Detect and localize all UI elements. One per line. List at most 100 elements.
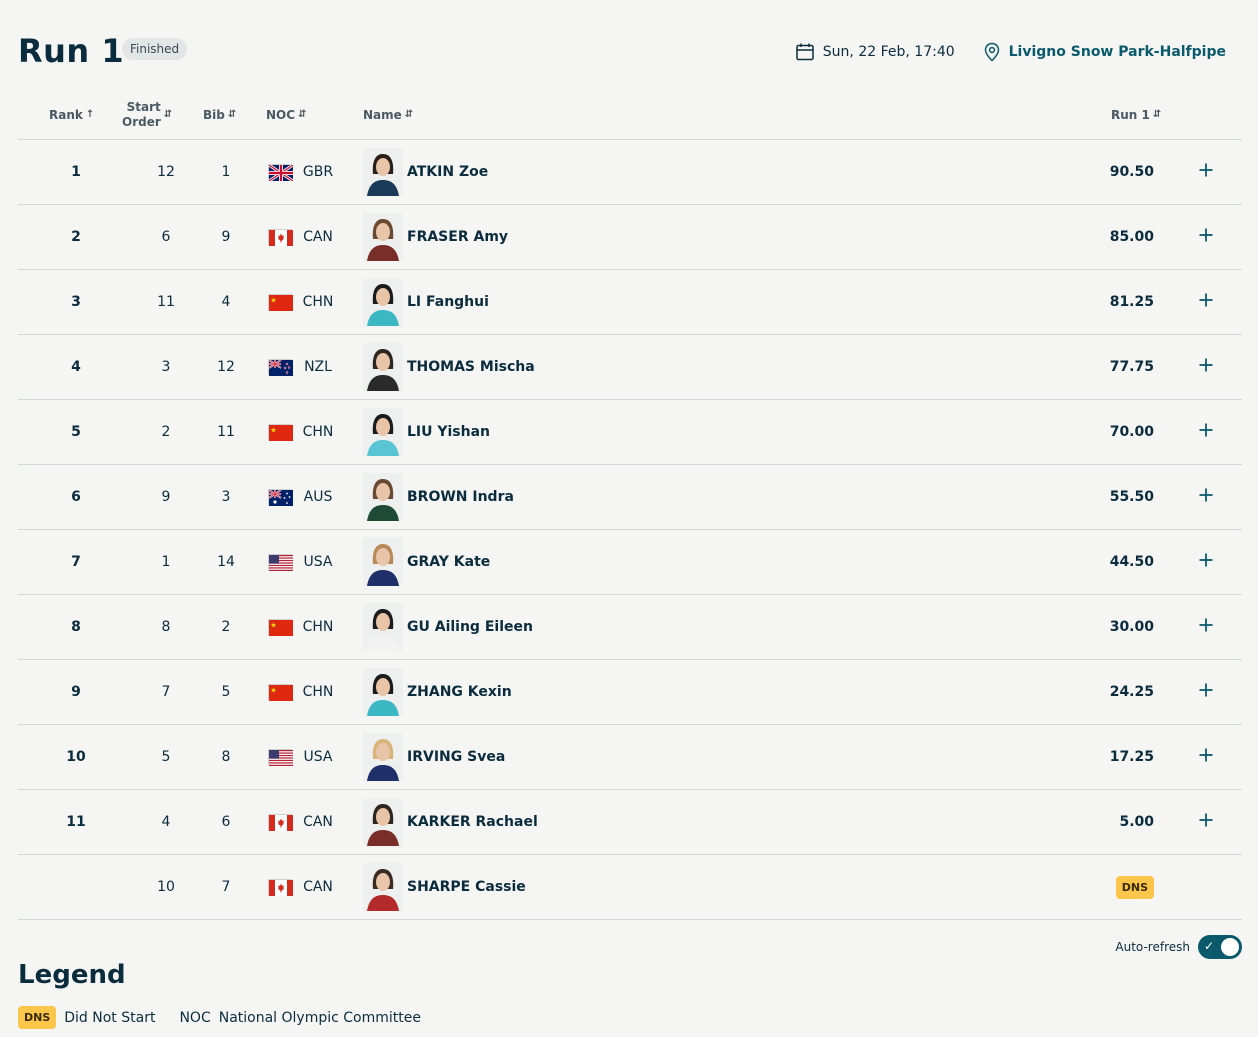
run1-score-cell: 85.00 bbox=[1092, 205, 1154, 269]
noc-cell: CAN bbox=[303, 814, 333, 830]
athlete-name[interactable]: ATKIN Zoe bbox=[407, 140, 488, 204]
rank-cell: 4 bbox=[71, 359, 81, 375]
athlete-name[interactable]: SHARPE Cassie bbox=[407, 855, 526, 919]
flag-icon bbox=[268, 684, 293, 701]
header: Run 1 Finished Sun, 22 Feb, 17:40 Livign… bbox=[18, 26, 1226, 76]
athlete-name[interactable]: GRAY Kate bbox=[407, 530, 490, 594]
expand-row-button[interactable] bbox=[1192, 465, 1220, 529]
athlete-photo bbox=[363, 148, 403, 196]
expand-row-button[interactable] bbox=[1192, 335, 1220, 399]
results-table: Rank ↑ Start Order ⇵ Bib ⇵ NOC ⇵ Name ⇵ … bbox=[18, 90, 1242, 920]
sort-icon: ⇵ bbox=[1152, 109, 1162, 120]
athlete-photo bbox=[363, 343, 403, 391]
expand-row-button[interactable] bbox=[1192, 790, 1220, 854]
flag-icon bbox=[268, 879, 293, 896]
table-body: 1 12 1 GBR ATKIN Zoe 90.50 2 6 9 CAN FRASER Amy 85.… bbox=[18, 140, 1242, 920]
rank-cell: 7 bbox=[71, 554, 81, 570]
expand-row-button[interactable] bbox=[1192, 400, 1220, 464]
column-header-run1[interactable]: Run 1 ⇵ bbox=[1111, 90, 1161, 139]
athlete-name[interactable]: LI Fanghui bbox=[407, 270, 489, 334]
start-order-cell: 1 bbox=[161, 554, 171, 570]
rank-cell: 6 bbox=[71, 489, 81, 505]
column-header-bib-label: Bib bbox=[203, 107, 225, 122]
noc-cell: CHN bbox=[302, 619, 334, 635]
noc-cell: CHN bbox=[302, 294, 334, 310]
athlete-name[interactable]: THOMAS Mischa bbox=[407, 335, 535, 399]
expand-row-button[interactable] bbox=[1192, 595, 1220, 659]
athlete-name[interactable]: BROWN Indra bbox=[407, 465, 514, 529]
table-row[interactable]: 5 2 11 CHN LIU Yishan 70.00 bbox=[18, 400, 1242, 465]
column-header-start-order[interactable]: Start Order ⇵ bbox=[122, 90, 172, 139]
athlete-photo bbox=[363, 538, 403, 586]
column-header-bib[interactable]: Bib ⇵ bbox=[203, 90, 236, 139]
athlete-name[interactable]: KARKER Rachael bbox=[407, 790, 538, 854]
start-order-cell: 2 bbox=[161, 424, 171, 440]
table-row[interactable]: 10 7 CAN SHARPE Cassie DNS bbox=[18, 855, 1242, 920]
expand-row-button[interactable] bbox=[1192, 530, 1220, 594]
flag-icon bbox=[268, 619, 293, 636]
page-title: Run 1 bbox=[18, 32, 125, 70]
table-row[interactable]: 11 4 6 CAN KARKER Rachael 5.00 bbox=[18, 790, 1242, 855]
expand-row-button[interactable] bbox=[1192, 140, 1220, 204]
plus-icon bbox=[1198, 357, 1214, 377]
bib-cell: 4 bbox=[221, 294, 231, 310]
plus-icon bbox=[1198, 227, 1214, 247]
table-row[interactable]: 10 5 8 USA IRVING Svea 17.25 bbox=[18, 725, 1242, 790]
rank-cell: 10 bbox=[66, 749, 86, 765]
column-header-noc-label: NOC bbox=[266, 107, 296, 122]
expand-row-button[interactable] bbox=[1192, 725, 1220, 789]
flag-icon bbox=[268, 554, 293, 571]
column-header-rank[interactable]: Rank ↑ bbox=[49, 90, 94, 139]
auto-refresh-toggle[interactable]: ✓ bbox=[1198, 935, 1242, 959]
athlete-name[interactable]: IRVING Svea bbox=[407, 725, 505, 789]
noc-cell: USA bbox=[303, 749, 333, 765]
bib-cell: 3 bbox=[221, 489, 231, 505]
rank-cell: 3 bbox=[71, 294, 81, 310]
athlete-name[interactable]: GU Ailing Eileen bbox=[407, 595, 533, 659]
column-header-noc[interactable]: NOC ⇵ bbox=[266, 90, 306, 139]
start-order-cell: 4 bbox=[161, 814, 171, 830]
run1-score: 17.25 bbox=[1109, 749, 1154, 765]
table-row[interactable]: 3 11 4 CHN LI Fanghui 81.25 bbox=[18, 270, 1242, 335]
start-order-cell: 12 bbox=[157, 164, 175, 180]
rank-cell: 1 bbox=[71, 164, 81, 180]
rank-cell: 8 bbox=[71, 619, 81, 635]
start-order-cell: 5 bbox=[161, 749, 171, 765]
expand-row-button[interactable] bbox=[1192, 270, 1220, 334]
expand-row-button[interactable] bbox=[1192, 205, 1220, 269]
athlete-name[interactable]: LIU Yishan bbox=[407, 400, 490, 464]
expand-row-button[interactable] bbox=[1192, 660, 1220, 724]
table-row[interactable]: 1 12 1 GBR ATKIN Zoe 90.50 bbox=[18, 140, 1242, 205]
run1-score: 81.25 bbox=[1109, 294, 1154, 310]
table-row[interactable]: 4 3 12 NZL THOMAS Mischa 77.75 bbox=[18, 335, 1242, 400]
plus-icon bbox=[1198, 617, 1214, 637]
column-header-name[interactable]: Name ⇵ bbox=[363, 90, 413, 139]
plus-icon bbox=[1198, 162, 1214, 182]
dns-badge: DNS bbox=[1115, 875, 1154, 899]
athlete-photo bbox=[363, 213, 403, 261]
bib-cell: 1 bbox=[221, 164, 231, 180]
athlete-name[interactable]: FRASER Amy bbox=[407, 205, 508, 269]
athlete-name[interactable]: ZHANG Kexin bbox=[407, 660, 512, 724]
run1-score-cell: 44.50 bbox=[1092, 530, 1154, 594]
run1-score: 55.50 bbox=[1109, 489, 1154, 505]
plus-icon bbox=[1198, 487, 1214, 507]
noc-cell: CAN bbox=[303, 879, 333, 895]
plus-icon bbox=[1198, 422, 1214, 442]
column-header-rank-label: Rank bbox=[49, 107, 83, 122]
run1-score: 85.00 bbox=[1109, 229, 1154, 245]
venue-link[interactable]: Livigno Snow Park-Halfpipe bbox=[1009, 44, 1226, 60]
athlete-photo bbox=[363, 603, 403, 651]
table-row[interactable]: 6 9 3 AUS BROWN Indra 55.50 bbox=[18, 465, 1242, 530]
start-order-cell: 11 bbox=[157, 294, 175, 310]
run1-score-cell: 90.50 bbox=[1092, 140, 1154, 204]
table-row[interactable]: 2 6 9 CAN FRASER Amy 85.00 bbox=[18, 205, 1242, 270]
start-order-cell: 10 bbox=[157, 879, 175, 895]
table-row[interactable]: 7 1 14 USA GRAY Kate 44.50 bbox=[18, 530, 1242, 595]
rank-cell: 11 bbox=[66, 814, 86, 830]
table-row[interactable]: 9 7 5 CHN ZHANG Kexin 24.25 bbox=[18, 660, 1242, 725]
run1-score-cell: 81.25 bbox=[1092, 270, 1154, 334]
start-order-cell: 7 bbox=[161, 684, 171, 700]
auto-refresh: Auto-refresh ✓ bbox=[1115, 935, 1242, 959]
table-row[interactable]: 8 8 2 CHN GU Ailing Eileen 30.00 bbox=[18, 595, 1242, 660]
